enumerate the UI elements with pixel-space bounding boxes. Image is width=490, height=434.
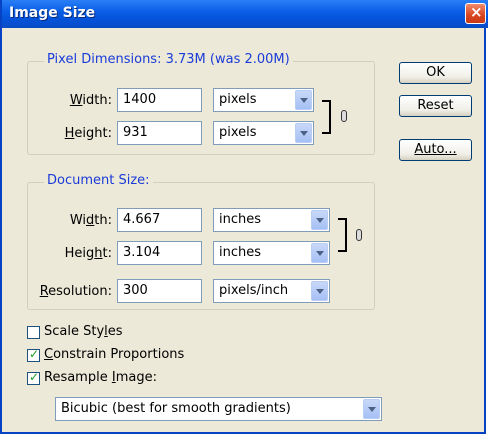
close-icon: × [470,3,483,21]
pixel-height-field[interactable]: 931 [117,121,202,145]
image-size-dialog: Image Size × OK Reset Auto... Pixel Dime… [0,0,488,434]
check-icon: ✓ [29,370,40,384]
pixel-height-unit-select[interactable]: pixels [213,121,314,145]
constrain-proportions-checkbox[interactable]: ✓ [27,347,40,362]
document-width-unit-select[interactable]: inches [213,208,330,232]
resolution-field[interactable]: 300 [117,279,202,303]
resample-method-value: Bicubic (best for smooth gradients) [61,401,291,416]
pixel-dimensions-label: Pixel Dimensions: [47,52,162,67]
chain-link-icon [356,229,362,241]
document-height-label: Height: [64,246,112,261]
resolution-unit-select[interactable]: pixels/inch [213,279,330,303]
auto-button[interactable]: Auto... [399,139,472,161]
chevron-down-icon [311,281,328,301]
dialog-title: Image Size [9,5,96,21]
chain-link-icon [341,110,347,122]
document-height-field[interactable]: 3.104 [117,241,202,265]
resample-method-select[interactable]: Bicubic (best for smooth gradients) [55,397,382,421]
document-width-unit: inches [219,212,262,227]
pixel-dimensions-legend: Pixel Dimensions: 3.73M (was 2.00M) [44,52,293,67]
title-bar[interactable]: Image Size × [2,0,488,28]
scale-styles-checkbox[interactable] [27,326,40,339]
pixel-width-unit: pixels [219,92,257,107]
constrain-bracket [338,218,347,252]
chevron-down-icon [295,90,312,110]
chevron-down-icon [363,399,380,419]
pixel-height-label: Height: [64,126,112,141]
chevron-down-icon [295,123,312,143]
document-width-field[interactable]: 4.667 [117,208,202,232]
auto-button-label: Auto... [414,142,457,157]
document-size-legend: Document Size: [44,173,153,188]
resolution-label: Resolution: [39,284,112,299]
resolution-unit: pixels/inch [219,283,289,298]
constrain-proportions-label: Constrain Proportions [44,347,185,362]
chevron-down-icon [311,210,328,230]
pixel-width-unit-select[interactable]: pixels [213,88,314,112]
reset-button[interactable]: Reset [399,95,472,117]
chevron-down-icon [311,243,328,263]
resample-image-label: Resample Image: [44,370,157,385]
document-height-unit: inches [219,245,262,260]
ok-button[interactable]: OK [399,62,472,84]
pixel-width-field[interactable]: 1400 [117,88,202,112]
pixel-dimensions-size: 3.73M (was 2.00M) [165,52,290,67]
resample-image-checkbox[interactable]: ✓ [27,370,40,385]
close-button[interactable]: × [465,3,486,24]
pixel-height-unit: pixels [219,125,257,140]
pixel-width-label: Width: [69,93,112,108]
constrain-bracket [322,100,331,134]
scale-styles-label: Scale Styles [44,324,123,339]
check-icon: ✓ [29,347,40,361]
document-width-label: Width: [69,213,112,228]
document-height-unit-select[interactable]: inches [213,241,330,265]
